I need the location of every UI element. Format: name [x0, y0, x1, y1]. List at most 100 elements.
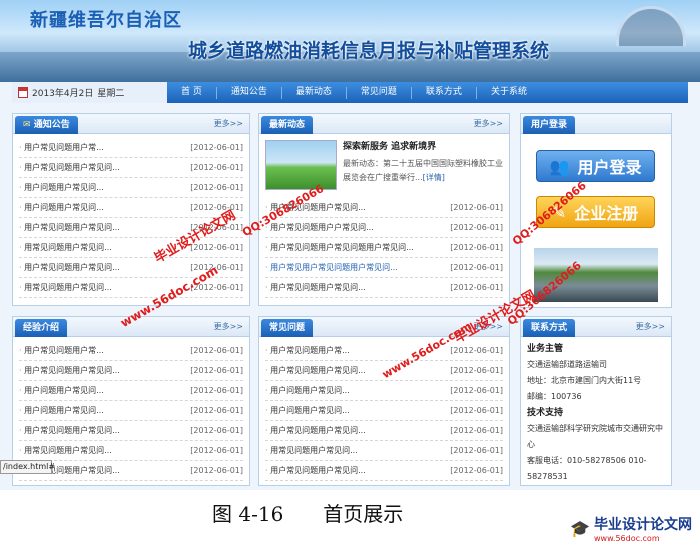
user-login-button[interactable]: 👥 用户登录 [536, 150, 655, 182]
calendar-icon [18, 87, 28, 98]
panel-header: 最新动态 更多>> [259, 114, 509, 134]
list-item[interactable]: 用户常见问题用户常见问... [2012-06-01] [265, 461, 503, 481]
list-item[interactable]: 用户常见问题用户常...[2012-06-01] [19, 341, 243, 361]
users-icon: 👥 [549, 156, 570, 176]
news-detail-link[interactable]: [详情] [423, 173, 445, 182]
list-item-title[interactable]: 用常见问题用户常见问... [19, 441, 112, 460]
list-item-title[interactable]: 用户常见问题用户常见问... [19, 258, 120, 277]
list-item-title[interactable]: 用户问题用户常见问... [19, 178, 104, 197]
list-item[interactable]: 用常见问题用户常见问... [2012-06-01] [265, 441, 503, 461]
list-item-title[interactable]: 用户常见问题用户常见问... [265, 361, 366, 380]
notice-icon: ✉ [23, 120, 34, 130]
business-dept-heading: 业务主管 [527, 344, 564, 354]
nav-home[interactable]: 首 页 [167, 82, 216, 103]
list-item[interactable]: 用户问题用户常见问... [2012-06-01] [19, 381, 243, 401]
list-item[interactable]: 用户常见问题用户常见问... [2012-06-01] [19, 158, 243, 178]
notice-more-link[interactable]: 更多>> [214, 118, 243, 129]
status-bar-url: /index.html# [0, 460, 55, 474]
list-item-date: [2012-06-01] [190, 386, 243, 395]
experience-more-link[interactable]: 更多>> [214, 321, 243, 332]
nav-contact[interactable]: 联系方式 [412, 82, 476, 103]
list-item-title[interactable]: 用户常见问题用户常见问... [19, 421, 120, 440]
contact-title: 联系方式 [523, 319, 576, 337]
list-item-title[interactable]: 用户问题用户常见问... [19, 198, 104, 217]
main-nav: 2013年4月2日 星期二 首 页 通知公告 最新动态 常见问题 联系方式 关于… [12, 82, 688, 103]
list-item-date: [2012-06-01] [450, 283, 503, 292]
list-item-title[interactable]: 用户常见问题用户常见问题用户常见问... [265, 238, 414, 257]
list-item[interactable]: 用常见问题用户常见问...[2012-06-01] [19, 238, 243, 258]
notice-title: ✉ 通知公告 [15, 116, 78, 134]
faq-list: 用户常见问题用户常...[2012-06-01]用户常见问题用户常见问...[2… [259, 337, 509, 481]
list-item-title[interactable]: 用户问题用户常见问... [265, 381, 350, 400]
contact-phone: 客服电话：010-58278506 010-58278531 [527, 456, 647, 481]
list-item-title[interactable]: 用户常见问题用户常见问... [265, 278, 366, 297]
list-item-title[interactable]: 用户常见问题用户常见问... [19, 218, 120, 237]
current-weekday: 星期二 [97, 89, 125, 99]
list-item-title[interactable]: 用户常见问题用户常见问... [19, 361, 120, 380]
login-panel-title: 用户登录 [523, 116, 576, 134]
list-item-date: [2012-06-01] [190, 143, 243, 152]
list-item-date: [2012-06-01] [190, 183, 243, 192]
list-item[interactable]: 用户常见问题用户常见问... [2012-06-01] [19, 421, 243, 441]
news-title: 最新动态 [261, 116, 314, 134]
faq-panel: 常见问题 更多>> 用户常见问题用户常...[2012-06-01]用户常见问题… [258, 316, 510, 486]
footer-logo: 🎓 毕业设计论文网 www.56doc.com [570, 514, 692, 543]
list-item-date: [2012-06-01] [190, 446, 243, 455]
list-item[interactable]: 用户常见问题用户常... [2012-06-01] [19, 138, 243, 158]
list-item-title[interactable]: 用户常见问题用户常... [19, 341, 104, 360]
nav-notice[interactable]: 通知公告 [217, 82, 281, 103]
list-item-title[interactable]: 用常见问题用户常见问... [19, 278, 112, 297]
list-item-title[interactable]: 用户问题用户常见问... [19, 381, 104, 400]
news-feature-body: 探索新服务 追求新境界 最新动态：第二十五届中国国际塑料橡胶工业展览会在广搜重举… [343, 140, 503, 196]
list-item[interactable]: 用户常见问题用户常见问... [2012-06-01] [265, 278, 503, 298]
contact-more-link[interactable]: 更多>> [636, 321, 665, 332]
list-item-title[interactable]: 用常见问题用户常见问... [19, 238, 112, 257]
list-item[interactable]: 用常见问题用户常见问... [2012-06-01] [19, 441, 243, 461]
list-item[interactable]: 用户常见问题用户常见问... [2012-06-01] [19, 361, 243, 381]
user-login-label: 用户登录 [577, 158, 642, 177]
list-item-title[interactable]: 用常见问题用户常见问... [265, 441, 358, 460]
contact-address: 地址：北京市建国门内大街11号 [527, 376, 642, 385]
list-item-title[interactable]: 用户常见用户常见问题用户常见问... [265, 258, 398, 277]
list-item-date: [2012-06-01] [450, 406, 503, 415]
contact-postcode: 邮编：100736 [527, 392, 582, 401]
list-item-date: [2012-06-01] [450, 446, 503, 455]
news-image[interactable] [265, 140, 337, 190]
news-more-link[interactable]: 更多>> [474, 118, 503, 129]
list-item-title[interactable]: 用户常见问题用户常见问... [19, 158, 120, 177]
list-item-title[interactable]: 用户常见问题用户常... [19, 138, 104, 157]
list-item[interactable]: 用户常见问题用户常见问... [2012-06-01] [265, 421, 503, 441]
list-item[interactable]: 用户常见用户常见问题用户常见问... [2012-06-01] [265, 258, 503, 278]
list-item[interactable]: 用户常见问题用户户常见问... [2012-06-01] [265, 218, 503, 238]
nav-about[interactable]: 关于系统 [477, 82, 541, 103]
list-item-date: [2012-06-01] [450, 223, 503, 232]
list-item-title[interactable]: 用户常见问题用户常见问... [265, 461, 366, 480]
list-item[interactable]: 用户常见问题用户常见问题用户常见问... [2012-06-01] [265, 238, 503, 258]
panel-header: 用户登录 [521, 114, 671, 134]
nav-news[interactable]: 最新动态 [282, 82, 346, 103]
news-list: 用户常见问题用户常见问...[2012-06-01]用户常见问题用户户常见问..… [259, 198, 509, 298]
business-dept-name: 交通运输部道路运输司 [527, 360, 607, 369]
list-item-title[interactable]: 用户问题用户常见问... [265, 401, 350, 420]
list-item-title[interactable]: 用户常见问题用户常... [265, 341, 350, 360]
list-item-title[interactable]: 用户常见问题用户常见问... [265, 421, 366, 440]
list-item[interactable]: 用户问题用户常见问... [2012-06-01] [19, 178, 243, 198]
system-title: 城乡道路燃油消耗信息月报与补贴管理系统 [188, 40, 550, 62]
contact-info: 业务主管 交通运输部道路运输司 地址：北京市建国门内大街11号 邮编：10073… [521, 337, 671, 489]
news-headline[interactable]: 探索新服务 追求新境界 [343, 140, 503, 154]
faq-title: 常见问题 [261, 319, 314, 337]
list-item[interactable]: 用户问题用户常见问... [2012-06-01] [19, 401, 243, 421]
list-item[interactable]: 用户问题用户常见问... [2012-06-01] [265, 381, 503, 401]
list-item-title[interactable]: 用户常见问题用户户常见问... [265, 218, 374, 237]
contact-panel: 联系方式 更多>> 业务主管 交通运输部道路运输司 地址：北京市建国门内大街11… [520, 316, 672, 486]
figure-caption: 图 4-16 首页展示 [212, 502, 404, 526]
list-item[interactable]: 用户问题用户常见问... [2012-06-01] [265, 401, 503, 421]
current-date: 2013年4月2日 [32, 89, 94, 99]
list-item[interactable]: 用户常见问题用户常...[2012-06-01] [265, 341, 503, 361]
list-item-title[interactable]: 用户问题用户常见问... [19, 401, 104, 420]
speedometer-graphic [616, 6, 686, 46]
nav-faq[interactable]: 常见问题 [347, 82, 411, 103]
footer-site-url: www.56doc.com [594, 534, 660, 543]
list-item-date: [2012-06-01] [190, 466, 243, 475]
notice-title-text: 通知公告 [33, 120, 70, 130]
